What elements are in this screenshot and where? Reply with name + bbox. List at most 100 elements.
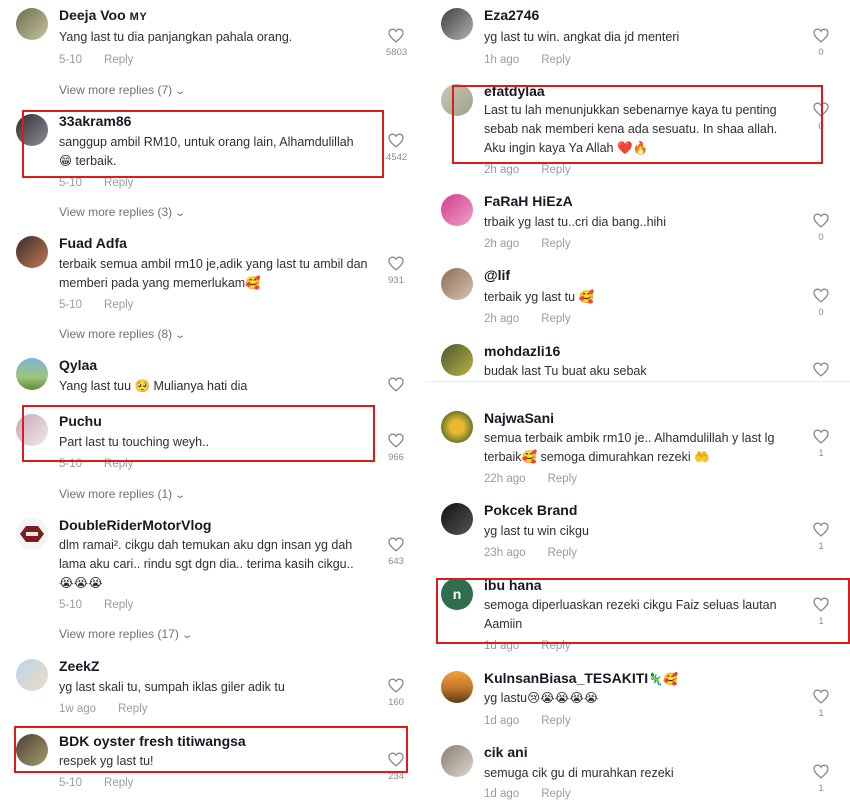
comment-meta: 5-10 Reply (59, 54, 133, 66)
reply-button[interactable]: Reply (541, 238, 570, 250)
comment-username[interactable]: KulnsanBiasa_TESAKITI🦎🥰 (484, 670, 678, 686)
motorcycle-logo-icon (20, 526, 44, 542)
like-button[interactable]: 1 (811, 429, 831, 459)
comment-text: terbaik yg last tu 🥰 (484, 290, 595, 304)
comment-text: terbaik semua ambil rm10 je,adik yang la… (59, 257, 368, 290)
avatar[interactable] (441, 671, 473, 703)
comment-username[interactable]: Fuad Adfa (59, 235, 127, 251)
like-button[interactable]: 966 (386, 433, 406, 463)
view-more-replies[interactable]: View more replies (8) ⌄ (59, 327, 187, 341)
comment-username[interactable]: Pokcek Brand (484, 502, 577, 518)
avatar[interactable] (16, 236, 48, 268)
like-count: 4542 (386, 152, 408, 163)
heart-icon (813, 689, 829, 704)
view-more-replies[interactable]: View more replies (1) ⌄ (59, 487, 186, 501)
like-button[interactable]: 643 (386, 537, 406, 567)
view-more-replies[interactable]: View more replies (7) ⌄ (59, 83, 186, 97)
reply-button[interactable]: Reply (541, 715, 570, 727)
comment-time: 1h ago (484, 54, 520, 66)
like-button[interactable]: 1 (811, 689, 831, 719)
highlight-box (22, 110, 384, 178)
like-button[interactable] (811, 362, 831, 377)
comment-username[interactable]: mohdazli16 (484, 343, 560, 359)
avatar[interactable] (441, 268, 473, 300)
comment-username[interactable]: @lif (484, 267, 510, 283)
comment-meta: 5-10 Reply (59, 599, 133, 611)
heart-icon (388, 433, 404, 448)
highlight-box (14, 726, 408, 773)
reply-button[interactable]: Reply (548, 547, 577, 559)
like-count: 1 (818, 783, 824, 794)
comment-username[interactable]: NajwaSani (484, 410, 554, 426)
avatar[interactable] (441, 344, 473, 376)
like-button[interactable]: 1 (811, 764, 831, 794)
view-more-replies[interactable]: View more replies (17) ⌄ (59, 627, 193, 641)
like-button[interactable]: 0 (811, 288, 831, 318)
heart-icon (813, 213, 829, 228)
reply-button[interactable]: Reply (104, 777, 133, 789)
view-more-replies[interactable]: View more replies (3) ⌄ (59, 205, 187, 219)
comment-time: 2h ago (484, 164, 520, 176)
reply-button[interactable]: Reply (104, 599, 133, 611)
reply-button[interactable]: Reply (118, 703, 147, 715)
reply-button[interactable]: Reply (541, 54, 570, 66)
reply-button[interactable]: Reply (548, 473, 577, 485)
comment-time: 2h ago (484, 313, 520, 325)
chevron-down-icon: ⌄ (181, 630, 193, 641)
avatar[interactable] (16, 659, 48, 691)
comment-time: 5-10 (59, 177, 83, 189)
comment-username[interactable]: Qylaa (59, 357, 97, 373)
like-count: 1 (818, 708, 824, 719)
highlight-box (22, 405, 375, 462)
chevron-down-icon: ⌄ (174, 330, 187, 341)
avatar[interactable] (441, 8, 473, 40)
like-button[interactable]: 5803 (386, 28, 407, 58)
heart-icon (388, 678, 404, 693)
reply-button[interactable]: Reply (541, 164, 570, 176)
comment-time: 5-10 (59, 299, 83, 311)
like-button[interactable]: 0 (811, 213, 831, 243)
comment-meta: 1h ago Reply (484, 54, 571, 66)
comment-username[interactable]: Deeja Voo MY (59, 7, 147, 23)
like-count: 643 (388, 556, 404, 567)
reply-button[interactable]: Reply (104, 54, 133, 66)
like-count: 0 (818, 232, 824, 243)
like-button[interactable]: 0 (811, 28, 831, 58)
country-badge: MY (129, 11, 148, 23)
avatar[interactable] (16, 8, 48, 40)
reply-button[interactable]: Reply (104, 299, 133, 311)
reply-button[interactable]: Reply (541, 788, 570, 800)
like-count: 0 (818, 47, 824, 58)
comment-meta: 5-10 Reply (59, 777, 133, 789)
comment-meta: 1w ago Reply (59, 703, 148, 715)
comment-username[interactable]: cik ani (484, 744, 528, 760)
comment-time: 5-10 (59, 54, 83, 66)
like-count: 0 (818, 307, 824, 318)
comment-username[interactable]: ZeekZ (59, 658, 99, 674)
like-button[interactable]: 4542 (386, 133, 408, 163)
comment-username[interactable]: Eza2746 (484, 7, 539, 23)
heart-icon (813, 28, 829, 43)
avatar[interactable] (441, 411, 473, 443)
comment-username[interactable]: FaRaH HiEzA (484, 193, 573, 209)
like-button[interactable] (386, 377, 406, 392)
comment-time: 22h ago (484, 473, 526, 485)
comment-time: 1d ago (484, 788, 520, 800)
comment-username[interactable]: DoubleRiderMotorVlog (59, 517, 211, 533)
chevron-down-icon: ⌄ (174, 208, 187, 219)
comment-text: semuga cik gu di murahkan rezeki (484, 766, 674, 780)
avatar[interactable] (441, 503, 473, 535)
like-count: 931 (388, 275, 404, 286)
avatar[interactable] (16, 358, 48, 390)
avatar[interactable] (441, 194, 473, 226)
comment-time: 1w ago (59, 703, 97, 715)
like-count: 160 (388, 697, 404, 708)
like-button[interactable]: 1 (811, 522, 831, 552)
comment-meta: 2h ago Reply (484, 164, 571, 176)
like-button[interactable]: 931 (386, 256, 406, 286)
reply-button[interactable]: Reply (104, 177, 133, 189)
avatar[interactable] (16, 518, 48, 550)
avatar[interactable] (441, 745, 473, 777)
reply-button[interactable]: Reply (541, 313, 570, 325)
like-button[interactable]: 160 (386, 678, 406, 708)
